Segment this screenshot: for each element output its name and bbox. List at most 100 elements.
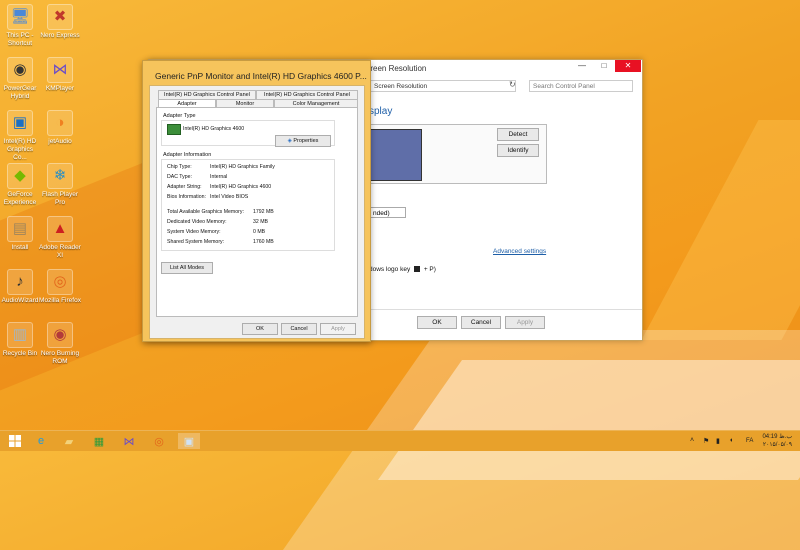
file-explorer-icon[interactable]: ▰ [58,433,80,449]
info-key: Adapter String: [167,184,202,190]
icon-glyph: ♪ [16,273,24,290]
apply-button[interactable]: Apply [505,316,545,329]
adapter-panel: Adapter Type Intel(R) HD Graphics 4600 ◈… [156,107,358,317]
identify-button[interactable]: Identify [497,144,539,157]
memory-key: System Video Memory: [167,229,221,235]
screen-resolution-taskbar-icon[interactable]: ▣ [178,433,200,449]
windows-logo-icon [414,266,421,273]
volume-icon[interactable]: ◖ [729,437,733,444]
wallpaper-shape [377,360,800,480]
app-icon: ◎ [47,269,73,295]
desktop-icon[interactable]: 🖥 This PC - Shortcut [0,4,40,48]
list-all-modes-button[interactable]: List All Modes [161,262,213,274]
start-button[interactable] [4,433,26,449]
app-icon: ◆ [7,163,33,189]
icon-glyph: ▤ [12,220,28,237]
desktop-icon[interactable]: ▣ Intel(R) HD Graphics Co... [0,110,40,162]
minimize-button[interactable]: — [571,60,593,72]
memory-row: Total Available Graphics Memory: 1792 MB [167,209,274,215]
monitor-icon[interactable] [370,129,422,181]
memory-key: Dedicated Video Memory: [167,219,227,225]
properties-button[interactable]: ◈ Properties [275,135,331,147]
dialog-apply-button[interactable]: Apply [320,323,356,335]
desktop-icon[interactable]: ▲ Adobe Reader XI [36,216,84,260]
desktop-icon[interactable]: ⋈ KMPlayer [36,57,84,93]
app-icon: ▥ [7,322,33,348]
orientation-select[interactable]: nded) [370,207,406,218]
desktop-icon-label: Mozilla Firefox [39,297,81,304]
memory-row: Dedicated Video Memory: 32 MB [167,219,268,225]
adapter-info-label: Adapter Information [163,152,212,158]
network-icon[interactable]: ▮ [716,437,720,445]
icon-glyph: ◆ [14,167,26,184]
excel-icon[interactable]: ▦ [88,433,110,449]
desktop-icon-label: Nero Express [40,32,80,39]
info-value: Internal [210,174,228,180]
internet-explorer-icon[interactable]: e [30,433,52,449]
icon-glyph: ◉ [13,61,27,78]
refresh-icon[interactable]: ↻ [509,80,516,89]
desktop-icon-label: Recycle Bin [2,350,38,357]
icon-glyph: ⋈ [52,61,68,78]
desktop-icon[interactable]: ▤ Install [0,216,40,252]
kmplayer-icon[interactable]: ⋈ [118,433,140,449]
icon-glyph: ▣ [12,114,28,131]
desktop-icon[interactable]: ❄ Flash Player Pro [36,163,84,207]
wallpaper-shape [641,120,800,340]
dialog-body: Intel(R) HD Graphics Control Panel Intel… [149,85,365,339]
dialog-title: Generic PnP Monitor and Intel(R) HD Grap… [155,71,367,81]
desktop-icon[interactable]: ♪ AudioWizard [0,269,40,305]
info-row: Bios Information: Intel Video BIOS [167,194,248,200]
app-icon: ◉ [7,57,33,83]
desktop-icon[interactable]: ✖ Nero Express [36,4,84,40]
info-row: Chip Type: Intel(R) HD Graphics Family [167,164,275,170]
desktop-icon-label: KMPlayer [45,85,75,92]
search-input[interactable]: Search Control Panel [529,80,633,92]
flag-icon[interactable]: ⚑ [703,437,709,445]
desktop-icon-label: Intel(R) HD Graphics Co... [3,138,37,161]
ok-button[interactable]: OK [417,316,457,329]
close-button[interactable]: ✕ [615,60,641,72]
app-icon: ▲ [47,216,73,242]
page-heading: splay [369,106,393,117]
clock[interactable]: 04:19 ب.ظ ۲۰۱۵/۰۵/۰۹ [762,433,792,449]
desktop-icon-label: This PC - Shortcut [6,32,34,47]
info-row: Adapter String: Intel(R) HD Graphics 4600 [167,184,271,190]
chevron-up-icon[interactable]: ˄ [690,437,694,444]
maximize-button[interactable]: □ [593,60,615,72]
advanced-settings-link[interactable]: Advanced settings [493,248,546,255]
detect-button[interactable]: Detect [497,128,539,141]
dialog-cancel-button[interactable]: Cancel [281,323,317,335]
icon-glyph: 🖥 [10,8,30,25]
desktop-icon[interactable]: ◉ Nero Burning ROM [36,322,84,366]
app-icon: ▤ [7,216,33,242]
clock-date: ۲۰۱۵/۰۵/۰۹ [762,442,792,448]
hint-text: dows logo key + P) [369,266,436,273]
memory-value: 32 MB [253,219,268,225]
desktop-icon[interactable]: ◑ jetAudio [36,110,84,146]
language-indicator[interactable]: FA [746,438,753,444]
firefox-icon[interactable]: ◎ [148,433,170,449]
info-key: Bios Information: [167,194,206,200]
address-bar[interactable]: Screen Resolution [361,80,516,92]
desktop-icon-label: Flash Player Pro [41,191,79,206]
info-value: Intel Video BIOS [210,194,249,200]
app-icon: ◑ [47,110,73,136]
desktop-icon-label: PowerGear Hybrid [3,85,37,100]
desktop-icon[interactable]: ◆ GeForce Experience [0,163,40,207]
dialog-ok-button[interactable]: OK [242,323,278,335]
cancel-button[interactable]: Cancel [461,316,501,329]
info-value: Intel(R) HD Graphics Family [210,164,275,170]
desktop-icon[interactable]: ◎ Mozilla Firefox [36,269,84,305]
desktop-icon-label: AudioWizard [1,297,39,304]
icon-glyph: ◉ [53,326,67,343]
desktop-icon-label: GeForce Experience [3,191,37,206]
desktop-icon[interactable]: ▥ Recycle Bin [0,322,40,358]
desktop-icon-label: Install [11,244,29,251]
desktop-icon[interactable]: ◉ PowerGear Hybrid [0,57,40,101]
desktop-icon-label: Adobe Reader XI [39,244,81,259]
taskbar: e ▰ ▦ ⋈ ◎ ▣ ˄ ⚑ ▮ ◖ FA 04:19 ب.ظ ۲۰۱۵/۰۵… [0,430,800,451]
shield-icon: ◈ [287,138,292,144]
memory-key: Shared System Memory: [167,239,225,245]
app-icon: ⋈ [47,57,73,83]
